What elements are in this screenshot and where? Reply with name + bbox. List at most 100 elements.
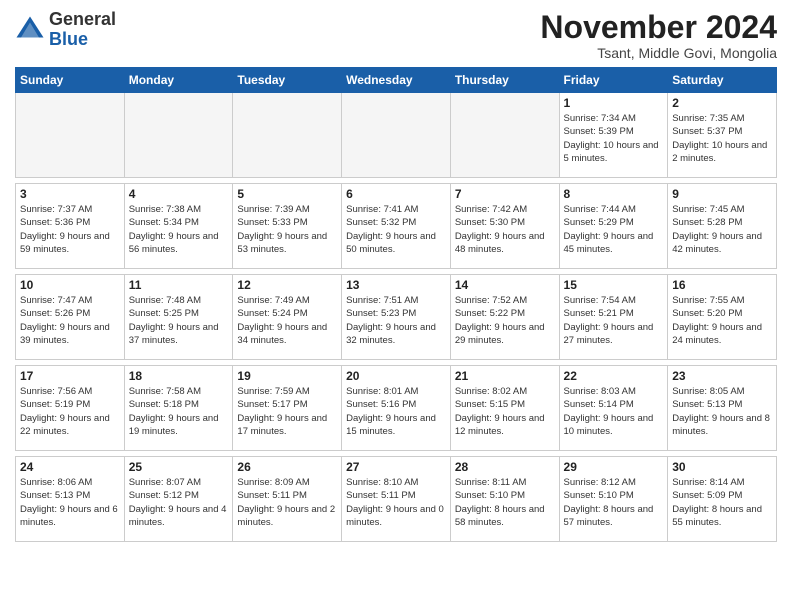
day-number: 27 (346, 460, 446, 474)
day-number: 29 (564, 460, 664, 474)
calendar-week-row: 1 Sunrise: 7:34 AM Sunset: 5:39 PM Daylig… (16, 93, 777, 178)
day-info: Sunrise: 7:35 AM Sunset: 5:37 PM Dayligh… (672, 112, 772, 165)
table-row: 30 Sunrise: 8:14 AM Sunset: 5:09 PM Dayli… (668, 457, 777, 542)
table-row (124, 93, 233, 178)
day-info: Sunrise: 8:01 AM Sunset: 5:16 PM Dayligh… (346, 385, 446, 438)
table-row: 14 Sunrise: 7:52 AM Sunset: 5:22 PM Dayli… (450, 275, 559, 360)
day-info: Sunrise: 8:07 AM Sunset: 5:12 PM Dayligh… (129, 476, 229, 529)
table-row: 28Sunrise: 8:11 AM Sunset: 5:10 PM Dayli… (450, 457, 559, 542)
day-info: Sunrise: 8:09 AM Sunset: 5:11 PM Dayligh… (237, 476, 337, 529)
table-row: 13Sunrise: 7:51 AM Sunset: 5:23 PM Dayli… (342, 275, 451, 360)
table-row: 18 Sunrise: 7:58 AM Sunset: 5:18 PM Dayli… (124, 366, 233, 451)
table-row: 3 Sunrise: 7:37 AM Sunset: 5:36 PM Daylig… (16, 184, 125, 269)
day-number: 14 (455, 278, 555, 292)
day-number: 10 (20, 278, 120, 292)
day-info: Sunrise: 7:56 AM Sunset: 5:19 PM Dayligh… (20, 385, 120, 438)
day-info: Sunrise: 7:47 AM Sunset: 5:26 PM Dayligh… (20, 294, 120, 347)
col-friday: Friday (559, 68, 668, 93)
day-info: Sunrise: 7:55 AM Sunset: 5:20 PM Dayligh… (672, 294, 772, 347)
day-number: 23 (672, 369, 772, 383)
calendar-header-row: Sunday Monday Tuesday Wednesday Thursday… (16, 68, 777, 93)
table-row (450, 93, 559, 178)
table-row (342, 93, 451, 178)
day-number: 5 (237, 187, 337, 201)
day-info: Sunrise: 7:49 AM Sunset: 5:24 PM Dayligh… (237, 294, 337, 347)
day-number: 12 (237, 278, 337, 292)
table-row: 8 Sunrise: 7:44 AM Sunset: 5:29 PM Daylig… (559, 184, 668, 269)
day-info: Sunrise: 8:11 AM Sunset: 5:10 PM Dayligh… (455, 476, 555, 529)
table-row: 29 Sunrise: 8:12 AM Sunset: 5:10 PM Dayli… (559, 457, 668, 542)
day-number: 11 (129, 278, 229, 292)
day-info: Sunrise: 7:42 AM Sunset: 5:30 PM Dayligh… (455, 203, 555, 256)
table-row: 11 Sunrise: 7:48 AM Sunset: 5:25 PM Dayli… (124, 275, 233, 360)
day-info: Sunrise: 7:54 AM Sunset: 5:21 PM Dayligh… (564, 294, 664, 347)
day-number: 17 (20, 369, 120, 383)
col-tuesday: Tuesday (233, 68, 342, 93)
day-info: Sunrise: 7:48 AM Sunset: 5:25 PM Dayligh… (129, 294, 229, 347)
location: Tsant, Middle Govi, Mongolia (540, 45, 777, 61)
calendar-week-row: 24Sunrise: 8:06 AM Sunset: 5:13 PM Dayli… (16, 457, 777, 542)
day-info: Sunrise: 7:39 AM Sunset: 5:33 PM Dayligh… (237, 203, 337, 256)
day-info: Sunrise: 7:45 AM Sunset: 5:28 PM Dayligh… (672, 203, 772, 256)
day-info: Sunrise: 8:10 AM Sunset: 5:11 PM Dayligh… (346, 476, 446, 529)
table-row: 24Sunrise: 8:06 AM Sunset: 5:13 PM Dayli… (16, 457, 125, 542)
day-info: Sunrise: 7:44 AM Sunset: 5:29 PM Dayligh… (564, 203, 664, 256)
logo-icon (15, 15, 45, 45)
day-number: 7 (455, 187, 555, 201)
day-info: Sunrise: 8:02 AM Sunset: 5:15 PM Dayligh… (455, 385, 555, 438)
day-number: 19 (237, 369, 337, 383)
table-row: 10 Sunrise: 7:47 AM Sunset: 5:26 PM Dayli… (16, 275, 125, 360)
day-number: 26 (237, 460, 337, 474)
table-row: 15 Sunrise: 7:54 AM Sunset: 5:21 PM Dayli… (559, 275, 668, 360)
table-row (16, 93, 125, 178)
day-info: Sunrise: 7:34 AM Sunset: 5:39 PM Dayligh… (564, 112, 664, 165)
day-number: 20 (346, 369, 446, 383)
table-row: 7 Sunrise: 7:42 AM Sunset: 5:30 PM Daylig… (450, 184, 559, 269)
title-area: November 2024 Tsant, Middle Govi, Mongol… (540, 10, 777, 61)
day-info: Sunrise: 7:38 AM Sunset: 5:34 PM Dayligh… (129, 203, 229, 256)
table-row: 1 Sunrise: 7:34 AM Sunset: 5:39 PM Daylig… (559, 93, 668, 178)
day-number: 8 (564, 187, 664, 201)
table-row (233, 93, 342, 178)
day-info: Sunrise: 8:14 AM Sunset: 5:09 PM Dayligh… (672, 476, 772, 529)
logo: General Blue (15, 10, 116, 50)
col-monday: Monday (124, 68, 233, 93)
day-number: 22 (564, 369, 664, 383)
table-row: 25 Sunrise: 8:07 AM Sunset: 5:12 PM Dayli… (124, 457, 233, 542)
table-row: 2Sunrise: 7:35 AM Sunset: 5:37 PM Daylig… (668, 93, 777, 178)
day-number: 15 (564, 278, 664, 292)
day-number: 3 (20, 187, 120, 201)
day-number: 1 (564, 96, 664, 110)
calendar-week-row: 3 Sunrise: 7:37 AM Sunset: 5:36 PM Daylig… (16, 184, 777, 269)
calendar-week-row: 17 Sunrise: 7:56 AM Sunset: 5:19 PM Dayli… (16, 366, 777, 451)
table-row: 6 Sunrise: 7:41 AM Sunset: 5:32 PM Daylig… (342, 184, 451, 269)
col-saturday: Saturday (668, 68, 777, 93)
day-info: Sunrise: 8:06 AM Sunset: 5:13 PM Dayligh… (20, 476, 120, 529)
day-number: 25 (129, 460, 229, 474)
table-row: 26 Sunrise: 8:09 AM Sunset: 5:11 PM Dayli… (233, 457, 342, 542)
table-row: 9Sunrise: 7:45 AM Sunset: 5:28 PM Daylig… (668, 184, 777, 269)
logo-text: General Blue (49, 10, 116, 50)
day-info: Sunrise: 7:59 AM Sunset: 5:17 PM Dayligh… (237, 385, 337, 438)
day-info: Sunrise: 7:41 AM Sunset: 5:32 PM Dayligh… (346, 203, 446, 256)
col-thursday: Thursday (450, 68, 559, 93)
day-number: 4 (129, 187, 229, 201)
day-number: 6 (346, 187, 446, 201)
day-info: Sunrise: 7:37 AM Sunset: 5:36 PM Dayligh… (20, 203, 120, 256)
col-wednesday: Wednesday (342, 68, 451, 93)
table-row: 19 Sunrise: 7:59 AM Sunset: 5:17 PM Dayli… (233, 366, 342, 451)
day-number: 30 (672, 460, 772, 474)
day-info: Sunrise: 8:12 AM Sunset: 5:10 PM Dayligh… (564, 476, 664, 529)
table-row: 20 Sunrise: 8:01 AM Sunset: 5:16 PM Dayli… (342, 366, 451, 451)
table-row: 4 Sunrise: 7:38 AM Sunset: 5:34 PM Daylig… (124, 184, 233, 269)
table-row: 16Sunrise: 7:55 AM Sunset: 5:20 PM Dayli… (668, 275, 777, 360)
day-info: Sunrise: 7:58 AM Sunset: 5:18 PM Dayligh… (129, 385, 229, 438)
day-number: 13 (346, 278, 446, 292)
day-number: 18 (129, 369, 229, 383)
day-info: Sunrise: 7:52 AM Sunset: 5:22 PM Dayligh… (455, 294, 555, 347)
calendar-week-row: 10 Sunrise: 7:47 AM Sunset: 5:26 PM Dayli… (16, 275, 777, 360)
day-info: Sunrise: 8:05 AM Sunset: 5:13 PM Dayligh… (672, 385, 772, 438)
table-row: 27 Sunrise: 8:10 AM Sunset: 5:11 PM Dayli… (342, 457, 451, 542)
col-sunday: Sunday (16, 68, 125, 93)
table-row: 17 Sunrise: 7:56 AM Sunset: 5:19 PM Dayli… (16, 366, 125, 451)
